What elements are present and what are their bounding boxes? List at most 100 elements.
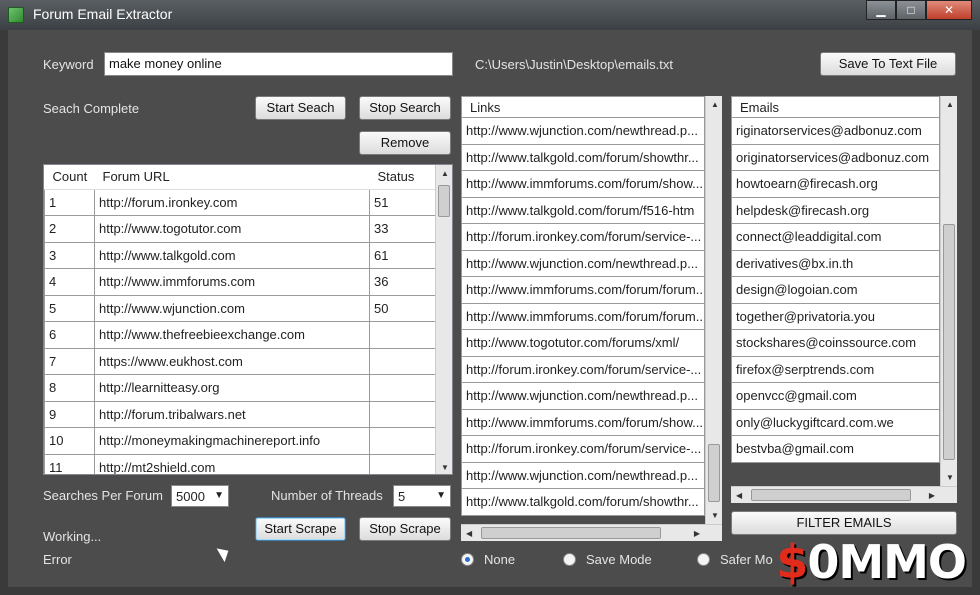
radio-selected-icon: [461, 553, 474, 566]
cell-forum-url: http://mt2shield.com: [94, 453, 370, 474]
link-list-item[interactable]: http://www.wjunction.com/newthread.p...: [461, 383, 705, 410]
links-vertical-scrollbar[interactable]: ▲ ▼: [705, 96, 722, 524]
forums-table[interactable]: Count Forum URL Status 1 http://forum.iro…: [43, 164, 453, 475]
column-header-forum-url[interactable]: Forum URL: [94, 165, 370, 190]
scroll-left-arrow-icon[interactable]: ◀: [736, 491, 742, 500]
table-row[interactable]: 3 http://www.talkgold.com 61: [44, 241, 452, 269]
scroll-thumb[interactable]: [751, 489, 911, 501]
scroll-right-arrow-icon[interactable]: ▶: [929, 491, 935, 500]
threads-label: Number of Threads: [271, 488, 383, 503]
email-list-item[interactable]: openvcc@gmail.com: [731, 383, 940, 410]
links-horizontal-scrollbar[interactable]: ◀ ▶: [461, 524, 722, 541]
table-header: Count Forum URL Status: [44, 165, 452, 190]
cell-forum-url: https://www.eukhost.com: [94, 347, 370, 375]
email-list-item[interactable]: connect@leaddigital.com: [731, 224, 940, 251]
email-list-item[interactable]: helpdesk@firecash.org: [731, 197, 940, 224]
scroll-thumb[interactable]: [481, 527, 661, 539]
link-list-item[interactable]: http://www.wjunction.com/newthread.p...: [461, 250, 705, 277]
window-controls: ▁ □ ✕: [866, 0, 972, 20]
links-header: Links: [461, 96, 705, 118]
table-row[interactable]: 7 https://www.eukhost.com: [44, 347, 452, 375]
table-row[interactable]: 2 http://www.togotutor.com 33: [44, 215, 452, 243]
radio-icon: [563, 553, 576, 566]
keyword-input[interactable]: make money online: [104, 52, 453, 76]
email-list-item[interactable]: bestvba@gmail.com: [731, 436, 940, 463]
cell-forum-url: http://forum.ironkey.com: [94, 188, 370, 216]
start-search-button[interactable]: Start Seach: [255, 96, 346, 120]
emails-list[interactable]: Emails riginatorservices@adbonuz.com orig…: [731, 96, 957, 503]
table-row[interactable]: 6 http://www.thefreebieexchange.com: [44, 321, 452, 349]
mode-radio-save[interactable]: Save Mode: [563, 552, 652, 567]
scroll-thumb[interactable]: [708, 444, 720, 502]
scroll-thumb[interactable]: [943, 224, 955, 460]
email-list-item[interactable]: stockshares@coinssource.com: [731, 330, 940, 357]
mode-radio-safer[interactable]: Safer Mo: [697, 552, 773, 567]
scroll-thumb[interactable]: [438, 185, 450, 217]
forums-vertical-scrollbar[interactable]: ▲ ▼: [435, 165, 452, 474]
scroll-down-arrow-icon[interactable]: ▼: [711, 511, 719, 520]
searches-per-forum-label: Searches Per Forum: [43, 488, 163, 503]
link-list-item[interactable]: http://forum.ironkey.com/forum/service-.…: [461, 436, 705, 463]
scroll-down-arrow-icon[interactable]: ▼: [441, 463, 449, 472]
table-row[interactable]: 11 http://mt2shield.com: [44, 453, 452, 474]
mode-label-safer: Safer Mo: [720, 552, 773, 567]
table-row[interactable]: 10 http://moneymakingmachinereport.info: [44, 427, 452, 455]
stop-search-button[interactable]: Stop Search: [359, 96, 451, 120]
searches-per-forum-select[interactable]: 5000 ▼: [171, 485, 229, 507]
link-list-item[interactable]: http://forum.ironkey.com/forum/service-.…: [461, 224, 705, 251]
cell-count: 3: [44, 241, 95, 269]
mode-radio-none[interactable]: None: [461, 552, 515, 567]
cell-count: 5: [44, 294, 95, 322]
scroll-up-arrow-icon[interactable]: ▲: [711, 100, 719, 109]
link-list-item[interactable]: http://www.immforums.com/forum/show...: [461, 171, 705, 198]
email-list-item[interactable]: only@luckygiftcard.com.we: [731, 409, 940, 436]
link-list-item[interactable]: http://www.immforums.com/forum/show...: [461, 409, 705, 436]
link-list-item[interactable]: http://www.talkgold.com/forum/f516-htm: [461, 197, 705, 224]
start-scrape-button[interactable]: Start Scrape: [255, 517, 346, 541]
cell-count: 9: [44, 400, 95, 428]
email-list-item[interactable]: riginatorservices@adbonuz.com: [731, 118, 940, 145]
email-list-item[interactable]: howtoearn@firecash.org: [731, 171, 940, 198]
minimize-button[interactable]: ▁: [866, 0, 896, 20]
cell-forum-url: http://www.immforums.com: [94, 268, 370, 296]
email-list-item[interactable]: originatorservices@adbonuz.com: [731, 144, 940, 171]
table-row[interactable]: 5 http://www.wjunction.com 50: [44, 294, 452, 322]
cell-forum-url: http://moneymakingmachinereport.info: [94, 427, 370, 455]
table-row[interactable]: 4 http://www.immforums.com 36: [44, 268, 452, 296]
link-list-item[interactable]: http://www.wjunction.com/newthread.p...: [461, 462, 705, 489]
link-list-item[interactable]: http://forum.ironkey.com/forum/service-.…: [461, 356, 705, 383]
scroll-up-arrow-icon[interactable]: ▲: [946, 100, 954, 109]
remove-button[interactable]: Remove: [359, 131, 451, 155]
link-list-item[interactable]: http://www.wjunction.com/newthread.p...: [461, 118, 705, 145]
link-list-item[interactable]: http://www.togotutor.com/forums/xml/: [461, 330, 705, 357]
save-to-text-file-button[interactable]: Save To Text File: [820, 52, 956, 76]
threads-select[interactable]: 5 ▼: [393, 485, 451, 507]
scroll-right-arrow-icon[interactable]: ▶: [694, 529, 700, 538]
scroll-up-arrow-icon[interactable]: ▲: [441, 169, 449, 178]
link-list-item[interactable]: http://www.talkgold.com/forum/showthr...: [461, 144, 705, 171]
email-list-item[interactable]: derivatives@bx.in.th: [731, 250, 940, 277]
column-header-count[interactable]: Count: [44, 165, 95, 190]
maximize-button[interactable]: □: [896, 0, 926, 20]
email-list-item[interactable]: design@logoian.com: [731, 277, 940, 304]
filter-emails-button[interactable]: FILTER EMAILS: [731, 511, 957, 535]
cell-forum-url: http://www.wjunction.com: [94, 294, 370, 322]
cell-count: 2: [44, 215, 95, 243]
emails-horizontal-scrollbar[interactable]: ◀ ▶: [731, 486, 957, 503]
link-list-item[interactable]: http://www.immforums.com/forum/forum...: [461, 277, 705, 304]
scroll-down-arrow-icon[interactable]: ▼: [946, 473, 954, 482]
link-list-item[interactable]: http://www.immforums.com/forum/forum...: [461, 303, 705, 330]
table-row[interactable]: 8 http://learnitteasy.org: [44, 374, 452, 402]
links-list[interactable]: Links http://www.wjunction.com/newthread…: [461, 96, 722, 541]
email-list-item[interactable]: firefox@serptrends.com: [731, 356, 940, 383]
emails-vertical-scrollbar[interactable]: ▲ ▼: [940, 96, 957, 486]
email-list-item[interactable]: together@privatoria.you: [731, 303, 940, 330]
scroll-left-arrow-icon[interactable]: ◀: [466, 529, 472, 538]
link-list-item[interactable]: http://www.talkgold.com/forum/showthr...: [461, 489, 705, 516]
cell-forum-url: http://www.talkgold.com: [94, 241, 370, 269]
table-row[interactable]: 1 http://forum.ironkey.com 51: [44, 188, 452, 216]
cell-count: 11: [44, 453, 95, 474]
stop-scrape-button[interactable]: Stop Scrape: [359, 517, 451, 541]
close-button[interactable]: ✕: [926, 0, 972, 20]
table-row[interactable]: 9 http://forum.tribalwars.net: [44, 400, 452, 428]
